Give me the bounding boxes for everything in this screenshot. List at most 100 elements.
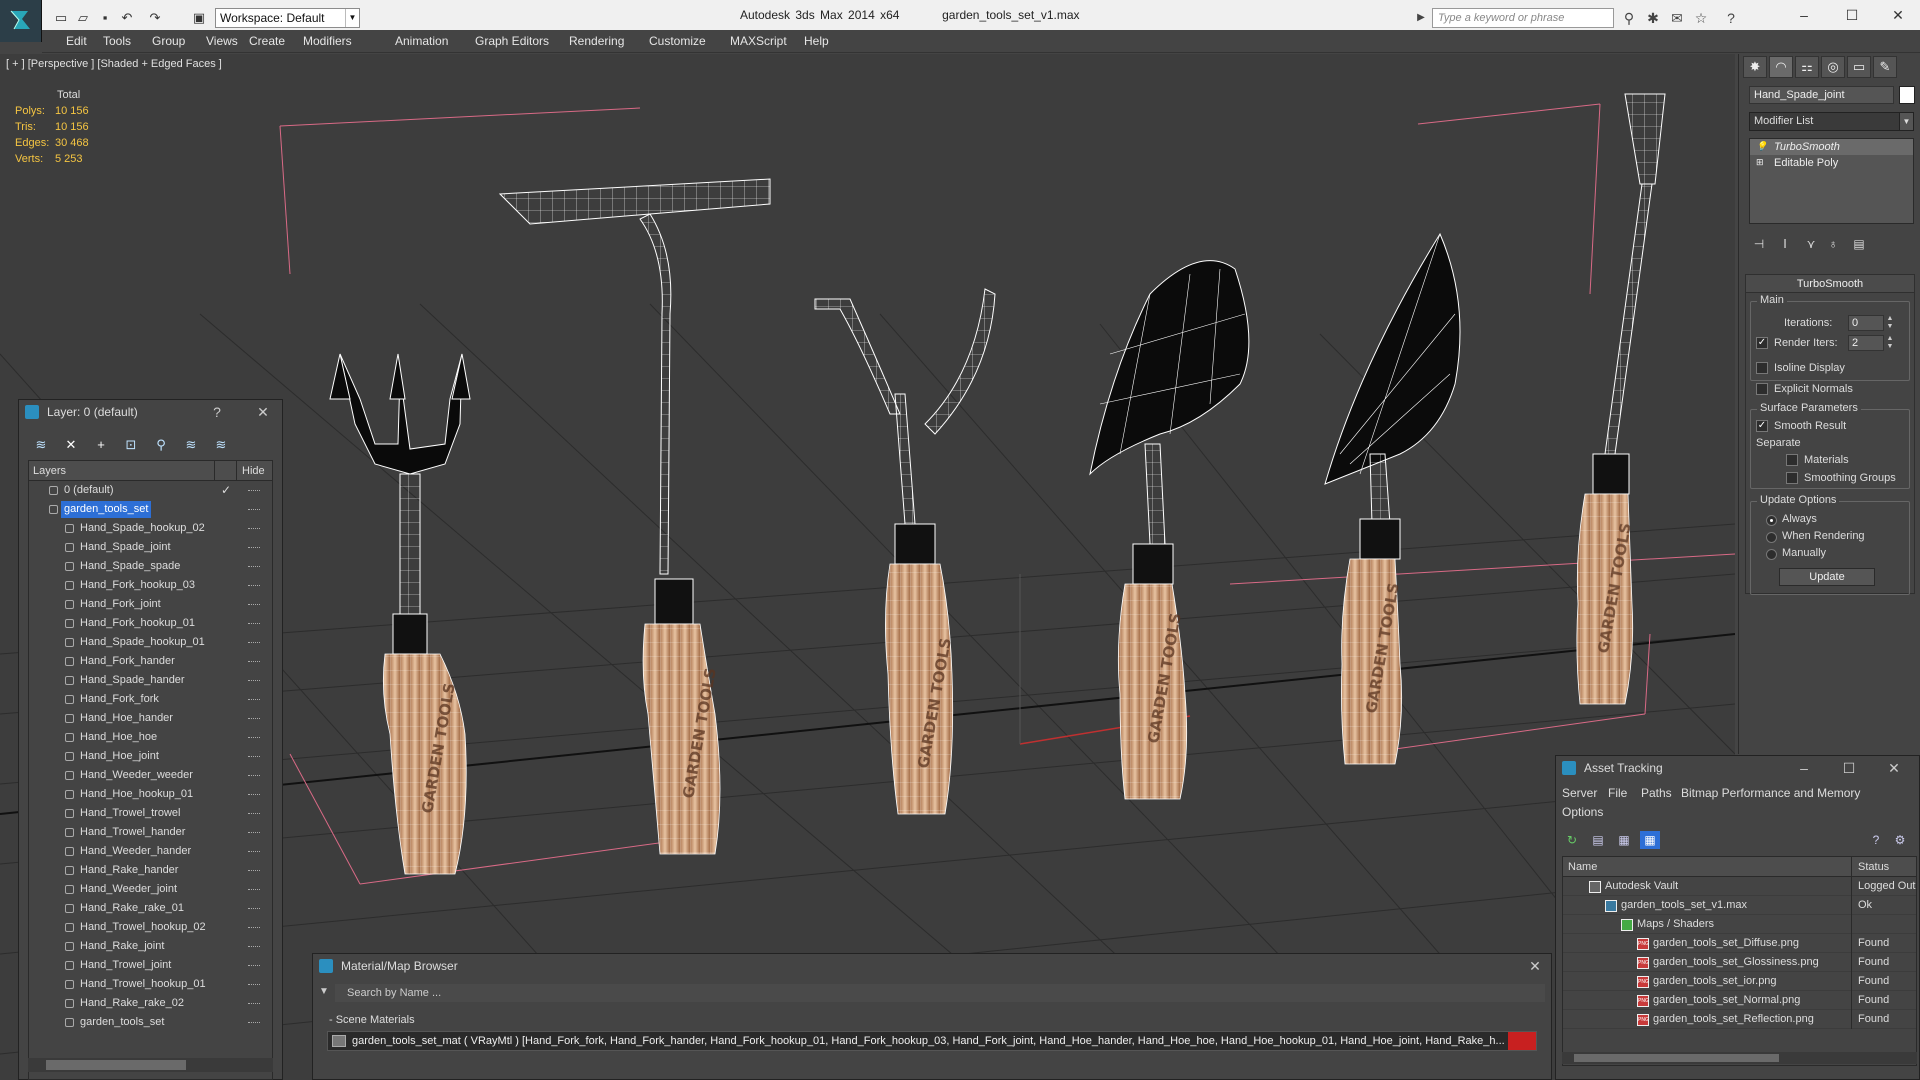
list-view-icon[interactable]: ▤ bbox=[1588, 831, 1608, 849]
project-folder-icon[interactable]: ▣ bbox=[190, 9, 208, 27]
asset-horizontal-scrollbar[interactable] bbox=[1562, 1052, 1917, 1064]
explicit-normals-checkbox[interactable] bbox=[1756, 383, 1768, 395]
hide-toggle[interactable] bbox=[248, 984, 260, 986]
hide-toggle[interactable] bbox=[248, 528, 260, 530]
menu-help[interactable]: Help bbox=[804, 34, 829, 48]
layer-object-row[interactable]: Hand_Weeder_joint bbox=[29, 880, 272, 899]
table-view-icon[interactable]: ▦ bbox=[1640, 831, 1660, 849]
layer-object-row[interactable]: Hand_Rake_hander bbox=[29, 861, 272, 880]
object-name-field[interactable]: Hand_Spade_joint bbox=[1749, 86, 1894, 104]
layer-object-row[interactable]: Hand_Fork_hookup_03 bbox=[29, 576, 272, 595]
layer-row[interactable]: garden_tools_set bbox=[29, 500, 272, 519]
hide-toggle[interactable] bbox=[248, 965, 260, 967]
workspace-dropdown[interactable]: Workspace: Default ▼ bbox=[215, 8, 360, 28]
modify-tab-icon[interactable]: ◠ bbox=[1769, 56, 1793, 78]
utilities-tab-icon[interactable]: ✎ bbox=[1873, 56, 1897, 78]
manually-radio[interactable] bbox=[1766, 549, 1777, 560]
spinner-arrows-icon[interactable]: ▲ ▼ bbox=[1885, 335, 1895, 351]
render-iters-spinner[interactable]: 2 bbox=[1848, 335, 1884, 351]
layer-object-row[interactable]: Hand_Spade_hookup_02 bbox=[29, 519, 272, 538]
material-item[interactable]: garden_tools_set_mat ( VRayMtl ) [Hand_F… bbox=[327, 1031, 1537, 1051]
iterations-spinner[interactable]: 0 bbox=[1848, 315, 1884, 331]
delete-layer-icon[interactable]: ✕ bbox=[61, 435, 81, 455]
hide-toggle[interactable] bbox=[248, 585, 260, 587]
render-iters-checkbox[interactable]: ✓ bbox=[1756, 337, 1768, 349]
menu-edit[interactable]: Edit bbox=[66, 34, 87, 48]
menu-graph-editors[interactable]: Graph Editors bbox=[475, 34, 549, 48]
layer-object-row[interactable]: Hand_Weeder_hander bbox=[29, 842, 272, 861]
menu-create[interactable]: Create bbox=[249, 34, 285, 48]
layer-object-row[interactable]: Hand_Fork_fork bbox=[29, 690, 272, 709]
help-icon[interactable]: ? bbox=[207, 402, 227, 422]
options-dropdown-icon[interactable]: ▼ bbox=[319, 986, 329, 997]
hide-toggle[interactable] bbox=[248, 737, 260, 739]
hide-toggle[interactable] bbox=[248, 699, 260, 701]
hide-toggle[interactable] bbox=[248, 908, 260, 910]
scene-materials-section[interactable]: - Scene Materials bbox=[321, 1012, 1545, 1028]
layer-object-row[interactable]: Hand_Hoe_hander bbox=[29, 709, 272, 728]
modifier-stack[interactable]: 💡 TurboSmooth ⊞ Editable Poly bbox=[1749, 138, 1914, 224]
when-rendering-radio[interactable] bbox=[1766, 532, 1777, 543]
layer-object-row[interactable]: Hand_Fork_joint bbox=[29, 595, 272, 614]
help-search-input[interactable]: Type a keyword or phrase bbox=[1432, 8, 1614, 28]
col-status[interactable]: Status bbox=[1858, 861, 1889, 873]
subscription-icon[interactable]: ✱ bbox=[1644, 9, 1662, 27]
hierarchy-tab-icon[interactable]: ⚏ bbox=[1795, 56, 1819, 78]
layer-object-row[interactable]: garden_tools_set bbox=[29, 1013, 272, 1032]
col-hide[interactable]: Hide bbox=[242, 465, 265, 477]
current-layer-check-icon[interactable]: ✓ bbox=[221, 481, 231, 500]
hide-toggle[interactable] bbox=[248, 547, 260, 549]
new-file-icon[interactable]: ▭ bbox=[52, 9, 70, 27]
materials-checkbox[interactable] bbox=[1786, 454, 1798, 466]
modifier-list-dropdown[interactable]: Modifier List ▼ bbox=[1749, 112, 1914, 131]
update-button[interactable]: Update bbox=[1779, 568, 1875, 586]
stack-item-turbosmooth[interactable]: 💡 TurboSmooth bbox=[1750, 139, 1913, 155]
menu-group[interactable]: Group bbox=[152, 34, 185, 48]
asset-row[interactable]: PNG garden_tools_set_ior.png Found bbox=[1563, 972, 1916, 991]
close-icon[interactable]: ✕ bbox=[253, 402, 273, 422]
binoculars-icon[interactable]: ⚲ bbox=[1620, 9, 1638, 27]
hide-toggle[interactable] bbox=[248, 1003, 260, 1005]
layer-object-row[interactable]: Hand_Hoe_hookup_01 bbox=[29, 785, 272, 804]
pin-stack-icon[interactable]: ⊣ bbox=[1749, 234, 1769, 254]
object-color-swatch[interactable] bbox=[1899, 86, 1915, 104]
always-radio[interactable] bbox=[1766, 515, 1777, 526]
hide-toggle[interactable] bbox=[248, 889, 260, 891]
layer-object-row[interactable]: Hand_Spade_hookup_01 bbox=[29, 633, 272, 652]
select-objects-icon[interactable]: ⊡ bbox=[121, 435, 141, 455]
close-icon[interactable]: ✕ bbox=[1525, 956, 1545, 976]
expand-arrow-icon[interactable]: ▶ bbox=[1412, 9, 1430, 27]
hide-toggle[interactable] bbox=[248, 813, 260, 815]
favorites-star-icon[interactable]: ☆ bbox=[1692, 9, 1710, 27]
hide-toggle[interactable] bbox=[248, 680, 260, 682]
freeze-all-layers-icon[interactable]: ≋ bbox=[211, 435, 231, 455]
display-tab-icon[interactable]: ▭ bbox=[1847, 56, 1871, 78]
asset-menu-server[interactable]: Server bbox=[1562, 786, 1597, 800]
close-icon[interactable]: ✕ bbox=[1880, 4, 1916, 26]
smoothing-groups-checkbox[interactable] bbox=[1786, 472, 1798, 484]
hide-toggle[interactable] bbox=[248, 509, 260, 511]
material-search-input[interactable]: Search by Name ... bbox=[335, 984, 1545, 1002]
rollout-title[interactable]: TurboSmooth bbox=[1746, 275, 1914, 293]
menu-maxscript[interactable]: MAXScript bbox=[730, 34, 787, 48]
highlight-layer-icon[interactable]: ⚲ bbox=[151, 435, 171, 455]
create-layer-icon[interactable]: ≋ bbox=[31, 435, 51, 455]
motion-tab-icon[interactable]: ◎ bbox=[1821, 56, 1845, 78]
save-file-icon[interactable]: ▪ bbox=[96, 9, 114, 27]
hide-toggle[interactable] bbox=[248, 604, 260, 606]
layer-object-row[interactable]: Hand_Trowel_hookup_02 bbox=[29, 918, 272, 937]
lightbulb-icon[interactable]: 💡 bbox=[1756, 141, 1767, 151]
menu-animation[interactable]: Animation bbox=[395, 34, 448, 48]
communication-icon[interactable]: ✉ bbox=[1668, 9, 1686, 27]
layer-object-row[interactable]: Hand_Spade_spade bbox=[29, 557, 272, 576]
viewport-label[interactable]: [ + ] [Perspective ] [Shaded + Edged Fac… bbox=[6, 58, 222, 70]
hide-toggle[interactable] bbox=[248, 623, 260, 625]
maximize-icon[interactable]: ☐ bbox=[1839, 758, 1859, 778]
open-file-icon[interactable]: ▱ bbox=[74, 9, 92, 27]
layer-object-row[interactable]: Hand_Hoe_hoe bbox=[29, 728, 272, 747]
show-end-result-icon[interactable]: Ⅰ bbox=[1775, 234, 1795, 254]
asset-menu-bitmap[interactable]: Bitmap Performance and Memory bbox=[1681, 786, 1860, 800]
hide-toggle[interactable] bbox=[248, 1022, 260, 1024]
expand-plus-icon[interactable]: ⊞ bbox=[1756, 157, 1766, 167]
layer-object-row[interactable]: Hand_Rake_joint bbox=[29, 937, 272, 956]
